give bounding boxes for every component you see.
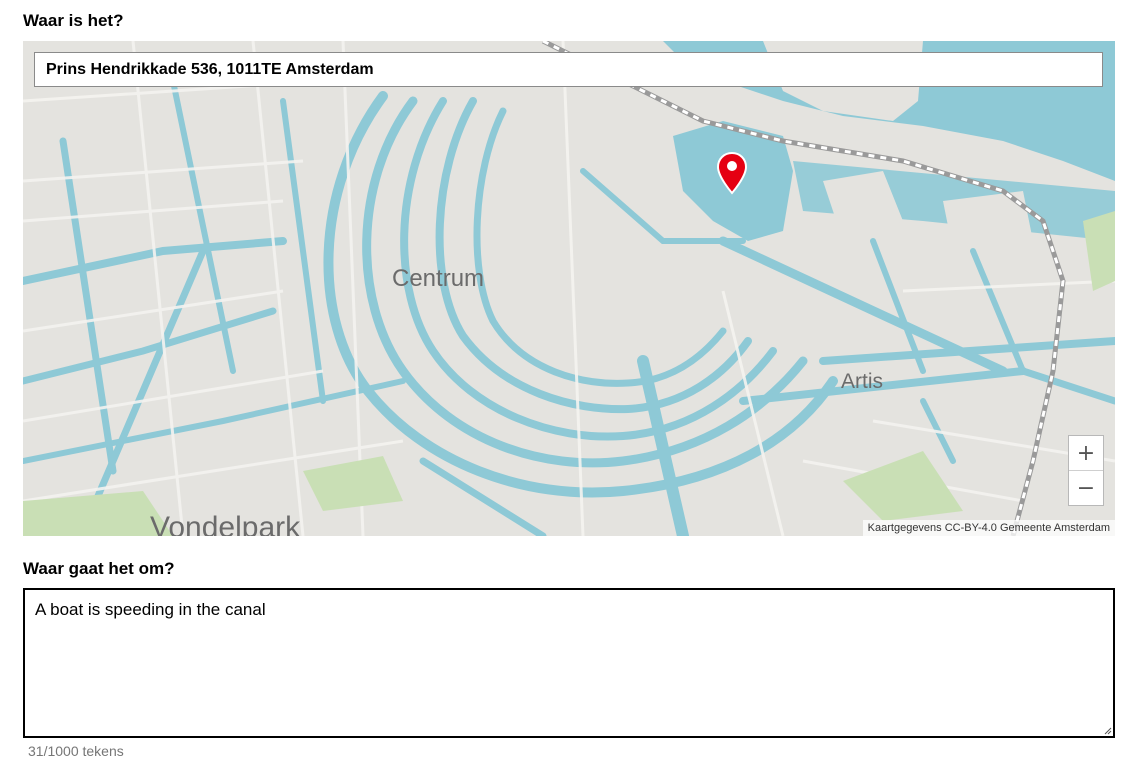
address-input[interactable] — [34, 52, 1103, 87]
zoom-control: + − — [1069, 436, 1103, 505]
map-label-vondelpark: Vondelpark — [150, 511, 301, 536]
location-label: Waar is het? — [23, 11, 124, 30]
map-attribution: Kaartgegevens CC-BY-4.0 Gemeente Amsterd… — [862, 520, 1115, 536]
resize-handle-icon[interactable] — [1104, 727, 1112, 735]
map-label-artis: Artis — [841, 370, 883, 393]
description-label: Waar gaat het om? — [23, 559, 175, 578]
map[interactable]: Centrum Artis Vondelpark + − Kaartgegeve… — [23, 41, 1115, 536]
map-tiles[interactable] — [23, 41, 1115, 536]
zoom-in-button[interactable]: + — [1069, 436, 1103, 470]
zoom-out-button[interactable]: − — [1069, 470, 1103, 505]
character-counter: 31/1000 tekens — [28, 743, 124, 759]
map-label-centrum: Centrum — [392, 265, 485, 292]
description-textarea[interactable]: A boat is speeding in the canal — [23, 588, 1115, 738]
